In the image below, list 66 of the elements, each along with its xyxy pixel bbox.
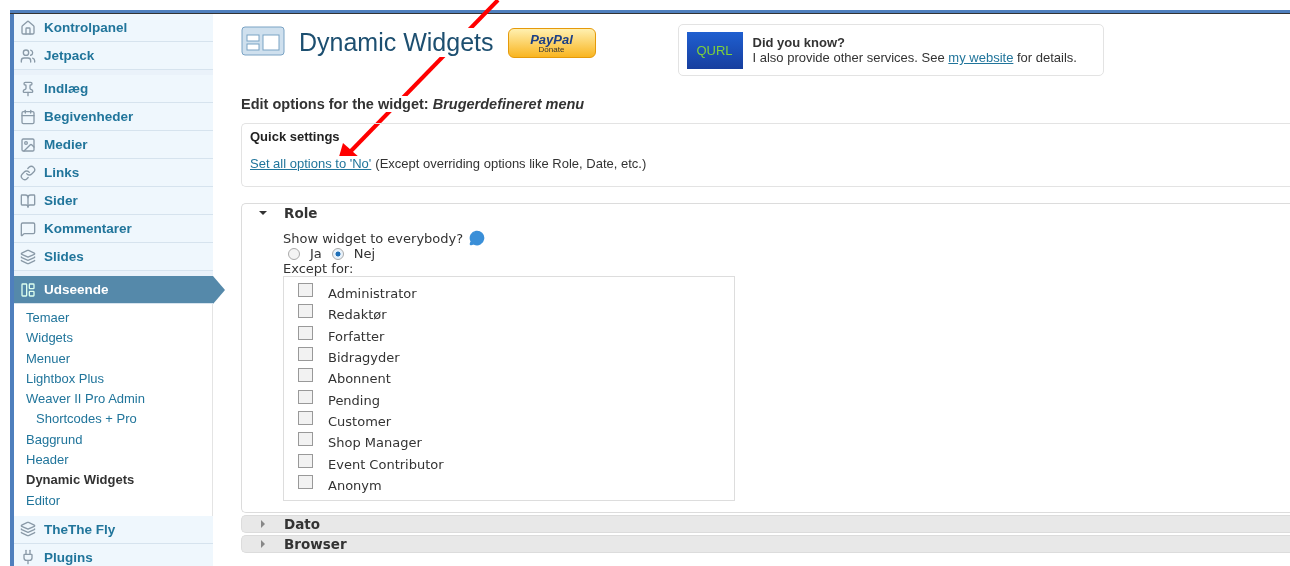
submenu-item[interactable]: Widgets xyxy=(14,328,212,349)
speech-bubble-icon[interactable] xyxy=(469,230,486,246)
page-title: Dynamic Widgets xyxy=(299,28,494,57)
role-checkbox[interactable]: Anonym xyxy=(298,474,734,496)
submenu-item[interactable]: Header xyxy=(14,450,212,471)
submenu-item[interactable]: Baggrund xyxy=(14,429,212,451)
set-all-no-link[interactable]: Set all options to 'No' xyxy=(250,156,372,171)
menu-icon xyxy=(20,248,36,265)
submenu-item[interactable]: Dynamic Widgets xyxy=(14,470,212,491)
menu-icon xyxy=(20,549,36,566)
role-checkbox[interactable]: Abonnent xyxy=(298,368,734,390)
menu-icon xyxy=(20,281,36,298)
submenu-item[interactable]: Temaer xyxy=(14,308,212,329)
widgets-icon xyxy=(241,26,285,56)
menu-icon xyxy=(20,192,36,209)
question-label: Show widget to everybody? xyxy=(283,230,464,246)
except-label: Except for: xyxy=(283,261,355,276)
caret-right-icon xyxy=(259,539,267,548)
role-checkbox[interactable]: Customer xyxy=(298,410,734,433)
menu-item[interactable]: Plugins xyxy=(14,543,213,566)
menu-icon xyxy=(20,19,36,36)
menu-icon xyxy=(20,108,36,125)
panel-title: Quick settings xyxy=(250,129,341,144)
submenu-item[interactable]: Weaver II Pro Admin xyxy=(14,389,212,410)
menu-icon xyxy=(20,521,36,538)
menu-icon xyxy=(20,136,36,153)
section-header[interactable]: Role xyxy=(242,204,1290,222)
submenu-item[interactable]: Shortcodes + Pro xyxy=(14,409,212,430)
submenu-item[interactable]: Menuer xyxy=(14,348,212,369)
menu-item[interactable]: Slides xyxy=(14,243,213,271)
caret-right-icon xyxy=(259,519,267,528)
section-header[interactable]: Dato xyxy=(242,515,1290,532)
website-link[interactable]: my website xyxy=(948,50,1014,65)
caret-down-icon xyxy=(259,209,267,217)
notice-text: I also provide other services. See my website for details. xyxy=(752,50,1077,65)
role-checkbox[interactable]: Administrator xyxy=(298,283,734,305)
role-checkbox[interactable]: Redaktør xyxy=(298,304,734,326)
role-checkbox[interactable]: Bidragyder xyxy=(298,346,734,369)
menu-icon xyxy=(20,164,36,181)
menu-icon xyxy=(20,220,36,237)
donate-button[interactable]: PayPal Donate xyxy=(507,28,596,58)
menu-item[interactable]: Udseende xyxy=(14,276,225,304)
menu-item[interactable]: Kommentarer xyxy=(14,215,213,243)
section-header[interactable]: Browser xyxy=(242,535,1290,552)
edit-heading: Edit options for the widget: Brugerdefineret menu xyxy=(241,96,585,112)
role-checkbox[interactable]: Event Contributor xyxy=(298,453,734,475)
menu-item[interactable]: Kontrolpanel xyxy=(14,14,213,42)
submenu-item[interactable]: Lightbox Plus xyxy=(14,368,212,390)
menu-item[interactable]: Indlæg xyxy=(14,75,213,103)
radio-option[interactable]: Ja xyxy=(288,246,322,261)
role-checkbox[interactable]: Forfatter xyxy=(298,325,734,347)
menu-icon xyxy=(20,47,36,64)
menu-icon xyxy=(20,80,36,97)
notice-title: Did you know? xyxy=(752,35,846,50)
radio-option[interactable]: Nej xyxy=(331,246,376,261)
menu-item[interactable]: Sider xyxy=(14,187,213,215)
role-checkbox[interactable]: Shop Manager xyxy=(298,432,734,454)
submenu-item[interactable]: Editor xyxy=(14,490,212,511)
menu-item[interactable]: Links xyxy=(14,159,213,187)
menu-item[interactable]: Begivenheder xyxy=(14,103,213,131)
note-text: (Except overriding options like Role, Date, etc.) xyxy=(375,156,647,171)
role-checkbox[interactable]: Pending xyxy=(298,389,734,411)
menu-item[interactable]: Medier xyxy=(14,131,213,159)
logo: QURL xyxy=(686,31,743,69)
menu-item[interactable]: TheThe Fly xyxy=(14,515,213,544)
menu-item[interactable]: Jetpack xyxy=(14,42,213,70)
